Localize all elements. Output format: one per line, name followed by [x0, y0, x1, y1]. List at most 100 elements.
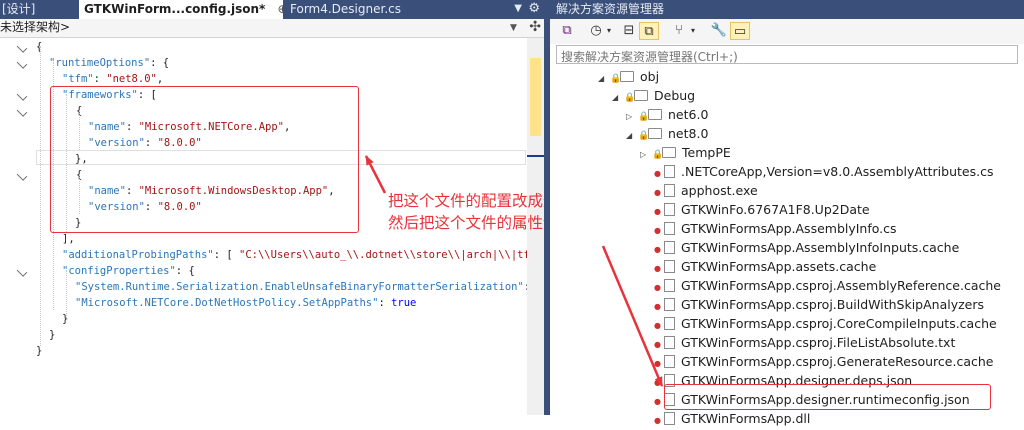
tree-folder[interactable]: ◢ 🔒 obj — [598, 67, 659, 86]
gear-icon[interactable]: ⚙ — [528, 0, 540, 19]
tab-runtimeconfig-label: GTKWinForm...config.json* — [84, 2, 266, 16]
file-icon — [664, 355, 675, 368]
indent-guide — [66, 270, 67, 318]
code-line: ], — [62, 231, 75, 247]
code-token: true — [391, 297, 417, 309]
show-all-files-icon[interactable]: ⧉ — [639, 22, 659, 40]
tree-file[interactable]: ● apphost.exe — [654, 181, 758, 200]
tree-folder[interactable]: ▷ 🔒 TempPE — [640, 143, 731, 162]
tab-design[interactable]: [设计] — [2, 0, 70, 19]
code-token: "runtimeOptions" — [49, 57, 151, 69]
architecture-combo[interactable]: 未选择架构> — [0, 19, 524, 37]
pin-icon[interactable]: ⊕ — [278, 2, 283, 16]
tab-form4-designer[interactable]: Form4.Designer.cs — [290, 0, 430, 19]
solution-explorer-title: 解决方案资源管理器 — [550, 0, 1024, 19]
code-token: } — [36, 345, 43, 357]
code-token: ], — [62, 233, 75, 245]
code-token: "C:\\Users\\auto_\\.dotnet\\store\\|arch… — [239, 249, 527, 261]
tree-file[interactable]: ● GTKWinFormsApp.AssemblyInfo.cs — [654, 219, 897, 238]
tree-item-label: GTKWinFormsApp.csproj.AssemblyReference.… — [681, 278, 1001, 293]
tree-item-label: net8.0 — [668, 126, 709, 141]
tree-folder[interactable]: ◢ 🔒 net8.0 — [626, 124, 708, 143]
expanded-arrow-icon[interactable]: ◢ — [626, 126, 638, 145]
tree-item-label: GTKWinFormsApp.dll — [681, 411, 811, 426]
code-token: , — [156, 73, 164, 85]
code-line: "runtimeOptions": { — [49, 55, 169, 71]
tree-item-label: apphost.exe — [681, 183, 758, 198]
collapse-toggle-icon[interactable] — [16, 106, 28, 117]
file-icon — [664, 222, 675, 235]
properties-icon[interactable]: 🔧 — [710, 22, 728, 40]
file-icon — [664, 412, 675, 425]
code-line: "Microsoft.NETCore.DotNetHostPolicy.SetA… — [75, 295, 416, 311]
collapse-all-icon[interactable]: ⊟ — [620, 22, 638, 40]
search-input[interactable] — [557, 47, 1003, 67]
tree-folder[interactable]: ◢ 🔒 Debug — [612, 86, 695, 105]
code-token: : { — [175, 265, 195, 277]
runtimeconfig-highlight-box — [664, 384, 991, 410]
tree-file[interactable]: ● GTKWinFo.6767A1F8.Up2Date — [654, 200, 870, 219]
folder-icon — [648, 109, 662, 120]
collapse-toggle-icon[interactable] — [16, 266, 28, 277]
tree-file[interactable]: ● GTKWinFormsApp.csproj.AssemblyReference… — [654, 276, 1001, 295]
tree-file[interactable]: ● GTKWinFormsApp.csproj.BuildWithSkipAnal… — [654, 295, 984, 314]
code-token: : { — [150, 57, 170, 69]
tree-item-label: .NETCoreApp,Version=v8.0.AssemblyAttribu… — [681, 164, 994, 179]
chevron-down-icon[interactable]: ▼ — [510, 19, 517, 37]
file-icon — [664, 184, 675, 197]
collapse-toggle-icon[interactable] — [16, 42, 28, 53]
expanded-arrow-icon[interactable]: ◢ — [598, 69, 610, 88]
dropdown-arrow-icon[interactable]: ▾ — [604, 22, 614, 40]
tree-item-label: GTKWinFo.6767A1F8.Up2Date — [681, 202, 870, 217]
collapse-toggle-icon[interactable] — [16, 58, 28, 69]
tree-file[interactable]: ● GTKWinFormsApp.AssemblyInfoInputs.cache — [654, 238, 959, 257]
frameworks-highlight-box — [50, 86, 359, 233]
code-editor[interactable]: [设计] GTKWinForm...config.json* ⊕ × Form4… — [0, 0, 605, 415]
code-token: "System.Runtime.Serialization.EnableUnsa… — [75, 281, 524, 293]
tree-file[interactable]: ● GTKWinFormsApp.csproj.GenerateResource.… — [654, 352, 993, 371]
dropdown-arrow-icon[interactable]: ▾ — [688, 22, 698, 40]
code-token: : — [378, 297, 392, 309]
history-icon[interactable]: ◷ — [588, 22, 604, 40]
pending-changes-icon[interactable]: ⑂ — [670, 22, 688, 40]
code-line: } — [49, 327, 55, 343]
tab-design-label: [设计] — [2, 2, 36, 16]
tree-item-label: GTKWinFormsApp.csproj.CoreCompileInputs.… — [681, 316, 997, 331]
code-token: "tfm" — [62, 73, 94, 85]
tree-item-label: GTKWinFormsApp.AssemblyInfoInputs.cache — [681, 240, 960, 255]
folder-icon — [634, 90, 648, 101]
tree-item-label: net6.0 — [668, 107, 709, 122]
collapsed-arrow-icon[interactable]: ▷ — [640, 145, 652, 164]
file-icon — [664, 336, 675, 349]
folder-icon — [648, 128, 662, 139]
solution-explorer: 解决方案资源管理器 ⧉ ◷ ▾ ⊟ ⧉ ⑂ ▾ 🔧 ▭ ◢🔒obj◢🔒Debug… — [550, 0, 1024, 426]
expanded-arrow-icon[interactable]: ◢ — [612, 88, 624, 107]
tree-item-label: obj — [640, 69, 660, 84]
tree-item-label: TempPE — [682, 145, 731, 160]
tree-file[interactable]: ● GTKWinFormsApp.csproj.FileListAbsolute.… — [654, 333, 955, 352]
scrollbar-caret-marker — [527, 155, 544, 157]
split-editor-icon[interactable]: ✣ — [529, 19, 541, 36]
tab-overflow-dropdown-icon[interactable]: ▼ — [514, 0, 522, 19]
tab-form4-label: Form4.Designer.cs — [290, 2, 401, 16]
tree-item-label: GTKWinFormsApp.csproj.BuildWithSkipAnaly… — [681, 297, 985, 312]
tree-file[interactable]: ● GTKWinFormsApp.assets.cache — [654, 257, 876, 276]
code-line: "additionalProbingPaths": [ "C:\\Users\\… — [62, 247, 527, 263]
tab-runtimeconfig-json[interactable]: GTKWinForm...config.json* ⊕ × — [79, 0, 283, 19]
indent-guide — [40, 46, 41, 346]
scrollbar-change-marker — [530, 58, 541, 136]
document-tab-strip: [设计] GTKWinForm...config.json* ⊕ × Form4… — [0, 0, 544, 19]
solution-search-box[interactable] — [556, 45, 1018, 67]
file-icon — [664, 203, 675, 216]
tree-folder[interactable]: ▷ 🔒 net6.0 — [626, 105, 708, 124]
tree-file[interactable]: ● GTKWinFormsApp.csproj.CoreCompileInputs… — [654, 314, 997, 333]
collapse-toggle-icon[interactable] — [16, 170, 28, 181]
tree-file[interactable]: ● GTKWinFormsApp.dll — [654, 409, 810, 428]
tree-file[interactable]: ● .NETCoreApp,Version=v8.0.AssemblyAttrib… — [654, 162, 993, 181]
vs-switch-icon[interactable]: ⧉ — [558, 22, 576, 40]
file-icon — [664, 241, 675, 254]
tree-item-label: GTKWinFormsApp.AssemblyInfo.cs — [681, 221, 897, 236]
collapse-toggle-icon[interactable] — [16, 90, 28, 101]
preview-icon[interactable]: ▭ — [730, 22, 750, 40]
tree-item-label: GTKWinFormsApp.assets.cache — [681, 259, 877, 274]
